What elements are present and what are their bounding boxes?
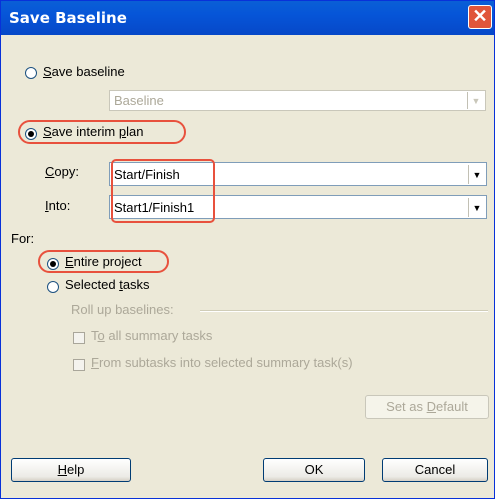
roll-up-label: Roll up baselines: bbox=[71, 302, 174, 317]
chevron-down-icon[interactable]: ▼ bbox=[468, 165, 485, 184]
into-label: Into: bbox=[45, 198, 71, 213]
from-subtasks-checkbox[interactable] bbox=[73, 359, 85, 371]
close-icon[interactable]: ✕ bbox=[468, 5, 492, 29]
entire-project-highlight bbox=[38, 250, 169, 273]
save-baseline-dialog: Save Baseline ✕ Save baseline Baseline ▼… bbox=[0, 0, 495, 499]
for-label: For: bbox=[11, 231, 35, 246]
selected-tasks-label[interactable]: Selected tasks bbox=[65, 277, 150, 292]
baseline-dropdown: Baseline ▼ bbox=[109, 90, 486, 111]
save-baseline-label[interactable]: Save baseline bbox=[43, 64, 125, 79]
dialog-title: Save Baseline bbox=[9, 9, 127, 27]
ok-button[interactable]: OK bbox=[263, 458, 365, 482]
interim-plan-highlight bbox=[18, 120, 186, 144]
copy-into-highlight bbox=[111, 159, 215, 223]
from-subtasks-label[interactable]: From subtasks into selected summary task… bbox=[91, 355, 353, 370]
selected-tasks-radio[interactable] bbox=[47, 281, 59, 293]
save-baseline-radio[interactable] bbox=[25, 67, 37, 79]
to-all-summary-checkbox[interactable] bbox=[73, 332, 85, 344]
cancel-button[interactable]: Cancel bbox=[382, 458, 488, 482]
chevron-down-icon[interactable]: ▼ bbox=[468, 198, 485, 217]
baseline-dropdown-value: Baseline bbox=[114, 93, 164, 108]
chevron-down-icon: ▼ bbox=[467, 92, 484, 109]
copy-label: Copy: bbox=[45, 164, 79, 179]
save-baseline-label-rest: ave baseline bbox=[51, 64, 125, 79]
to-all-summary-label[interactable]: To all summary tasks bbox=[91, 328, 212, 343]
title-bar[interactable]: Save Baseline ✕ bbox=[1, 1, 494, 35]
roll-up-divider bbox=[200, 310, 488, 312]
help-button[interactable]: Help bbox=[11, 458, 131, 482]
set-as-default-button[interactable]: Set as Default bbox=[365, 395, 489, 419]
